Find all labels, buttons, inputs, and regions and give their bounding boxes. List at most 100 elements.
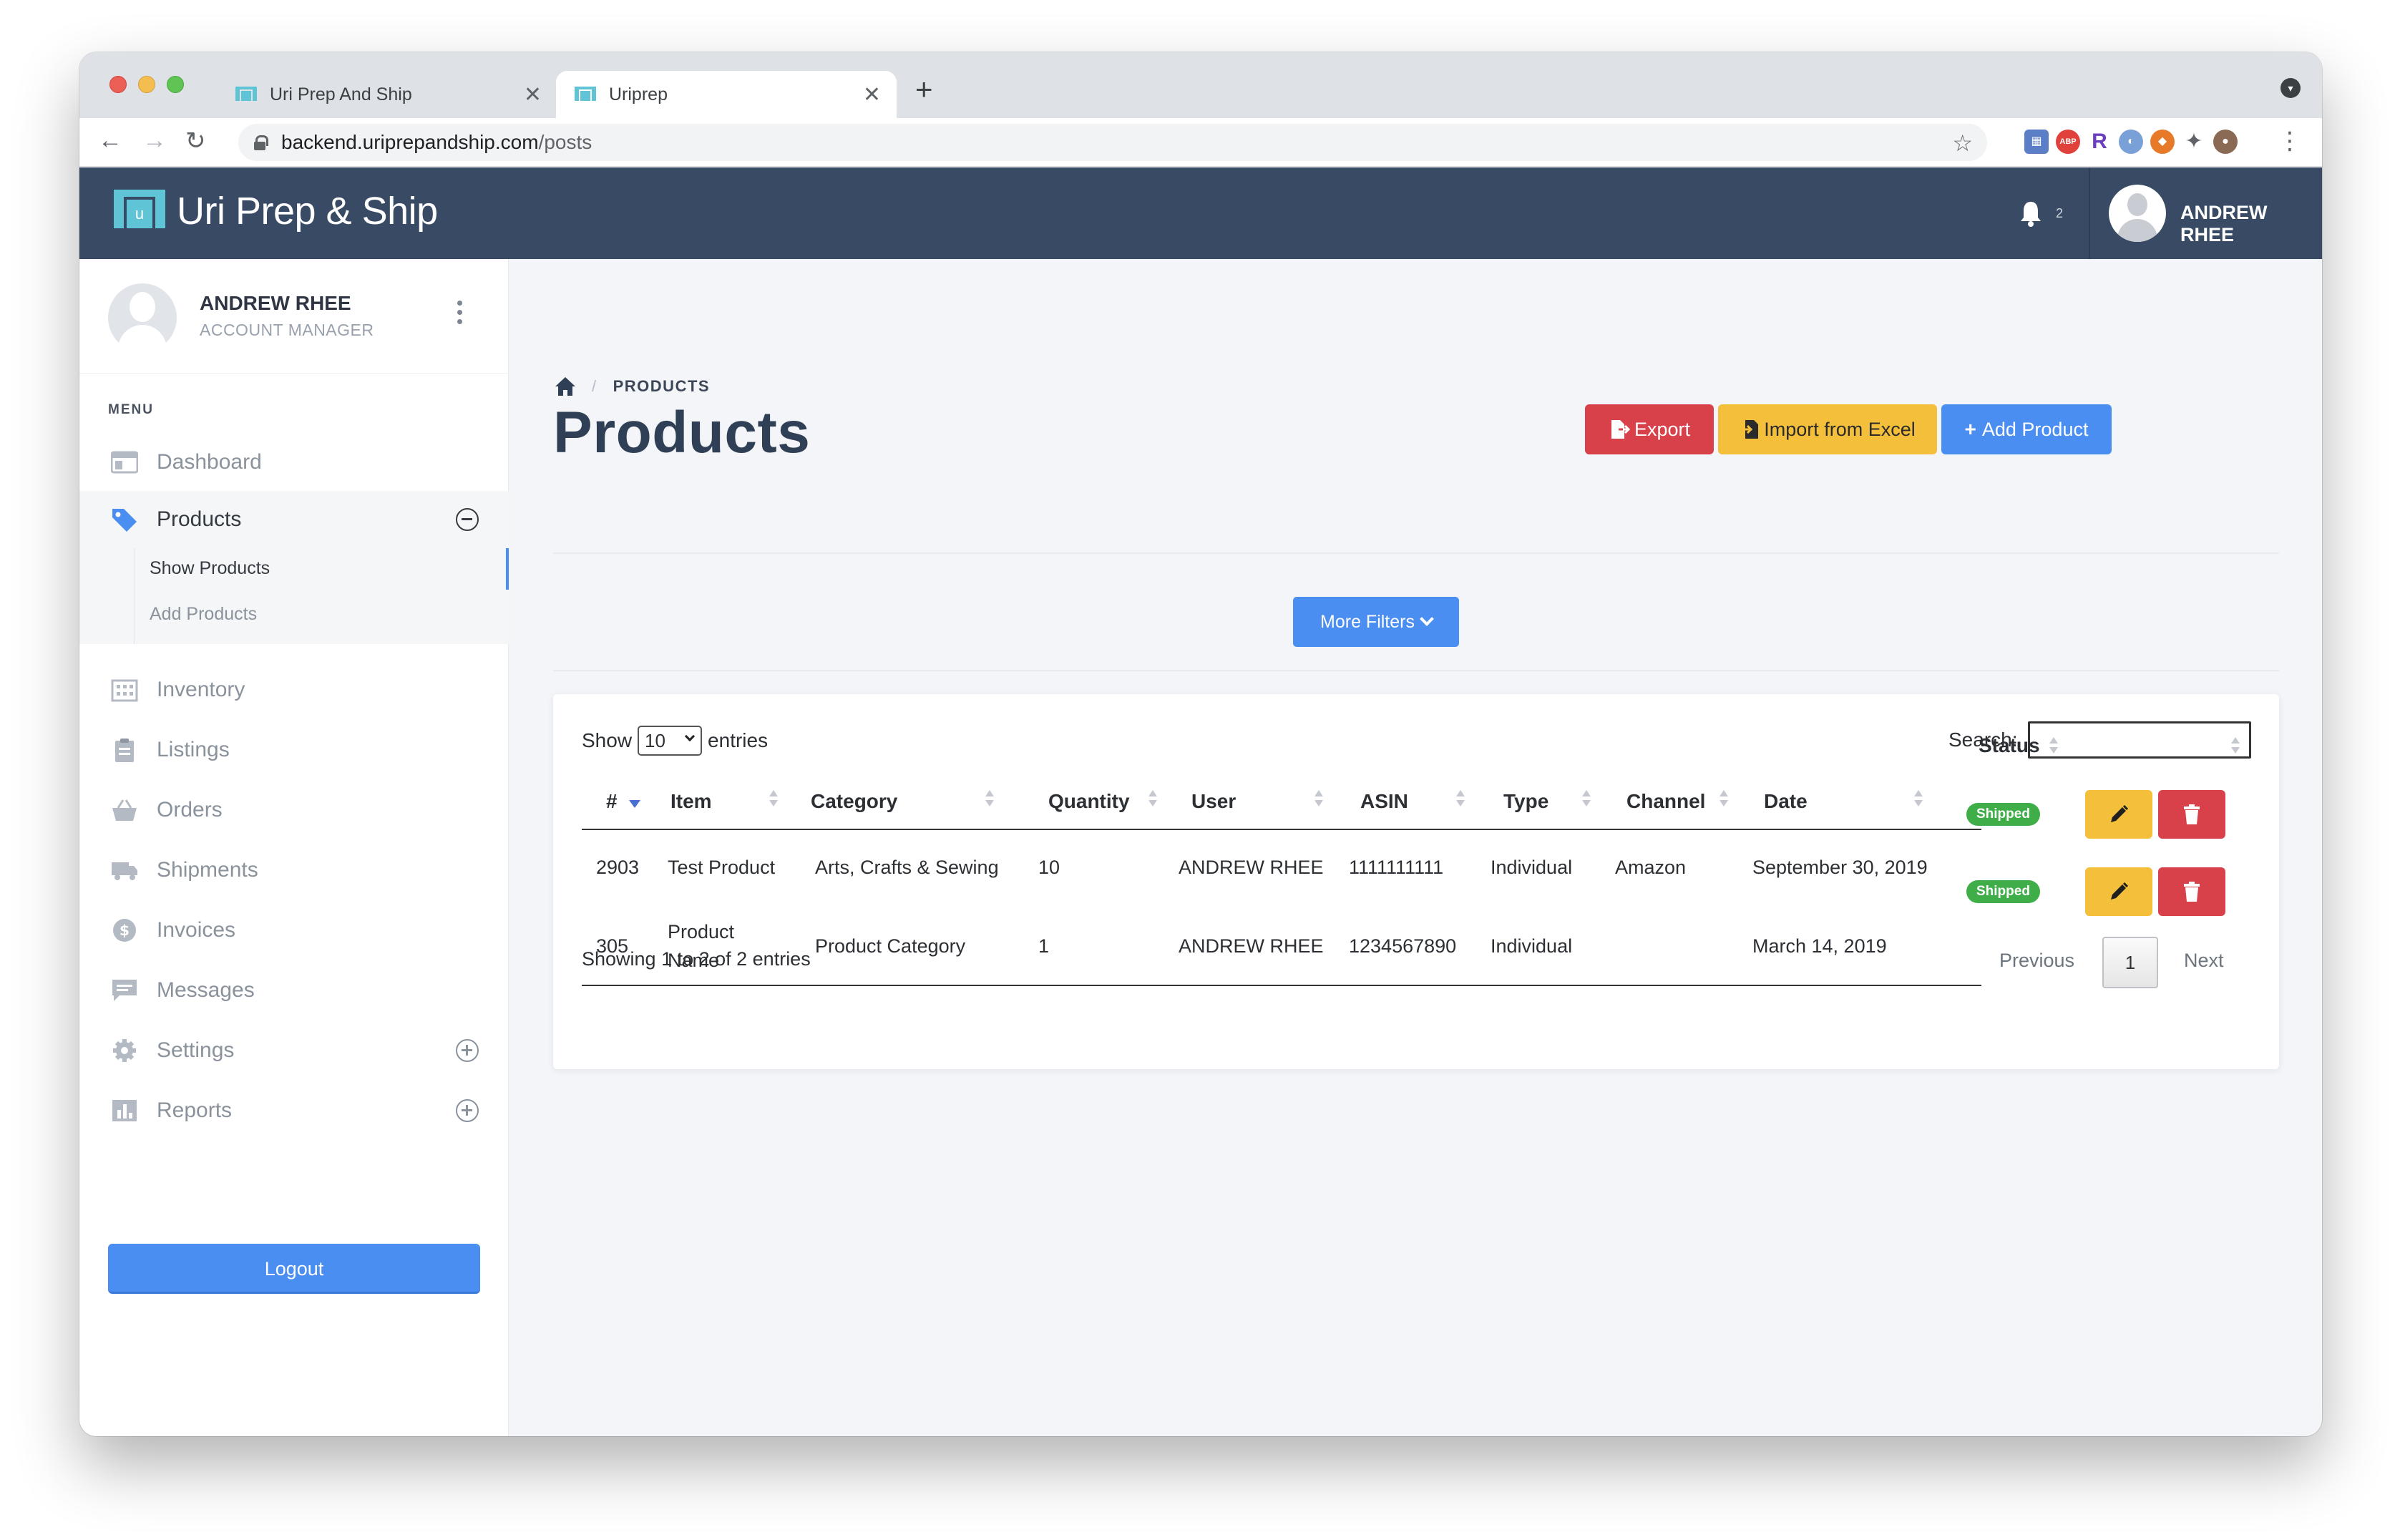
close-window-button[interactable] xyxy=(109,76,127,93)
more-filters-button[interactable]: More Filters xyxy=(1293,597,1459,647)
column-header-item[interactable]: Item xyxy=(670,790,712,813)
sidebar-item-products[interactable]: Products xyxy=(79,491,509,548)
main-content: / PRODUCTS Products Export Import from E… xyxy=(509,259,2322,1436)
zoom-window-button[interactable] xyxy=(167,76,184,93)
expand-plus-icon[interactable] xyxy=(456,1099,479,1122)
dashboard-icon xyxy=(111,451,138,474)
browser-tab-uri-prep-and-ship[interactable]: Uri Prep And Ship ✕ xyxy=(217,71,557,118)
pagination-previous[interactable]: Previous xyxy=(1999,950,2074,972)
pencil-icon xyxy=(2111,804,2129,822)
sidebar-item-invoices[interactable]: $ Invoices xyxy=(79,902,509,959)
divider xyxy=(553,552,2279,554)
sidebar-item-dashboard[interactable]: Dashboard xyxy=(79,434,509,491)
address-bar[interactable]: backend.uriprepandship.com/posts ☆ xyxy=(238,124,1987,161)
site-favicon-icon xyxy=(235,87,257,101)
truck-icon xyxy=(112,862,137,880)
sidebar-item-orders[interactable]: Orders xyxy=(79,781,509,839)
add-product-button[interactable]: + Add Product xyxy=(1941,404,2112,454)
cell-asin: 1234567890 xyxy=(1349,935,1457,957)
extension-icon[interactable]: ◐ xyxy=(2119,130,2143,154)
export-button[interactable]: Export xyxy=(1585,404,1714,454)
sort-icon xyxy=(1719,787,1728,812)
expand-plus-icon[interactable] xyxy=(456,1039,479,1062)
table-row: 305 Product Name Product Category 1 ANDR… xyxy=(582,909,1981,986)
sidebar-item-messages[interactable]: Messages xyxy=(79,962,509,1019)
bookmark-star-icon[interactable]: ☆ xyxy=(1952,130,1973,157)
edit-button[interactable] xyxy=(2085,790,2152,839)
search-input[interactable] xyxy=(2027,721,2251,759)
minimize-window-button[interactable] xyxy=(138,76,155,93)
browser-profile-avatar[interactable]: ● xyxy=(2213,130,2238,154)
trash-icon xyxy=(2184,804,2200,824)
fox-extension-icon[interactable]: ◆ xyxy=(2150,130,2175,154)
brand-logo-link[interactable]: u Uri Prep & Ship xyxy=(114,189,438,233)
sidebar-item-shipments[interactable]: Shipments xyxy=(79,842,509,899)
column-header-status[interactable]: Status xyxy=(1979,734,2040,757)
tab-search-chevron-icon[interactable]: ▾ xyxy=(2281,78,2301,98)
close-tab-icon[interactable]: ✕ xyxy=(863,82,881,107)
export-label: Export xyxy=(1634,418,1691,440)
notification-bell-icon[interactable] xyxy=(2019,199,2043,228)
gear-icon xyxy=(113,1039,136,1062)
column-header-id[interactable]: # xyxy=(606,790,618,813)
r-extension-icon[interactable]: R xyxy=(2087,130,2112,154)
collapse-minus-icon[interactable] xyxy=(456,508,479,531)
sidebar-profile: ANDREW RHEE ACCOUNT MANAGER xyxy=(79,259,509,374)
file-import-icon xyxy=(1741,420,1759,439)
import-from-excel-button[interactable]: Import from Excel xyxy=(1718,404,1937,454)
header-user-name[interactable]: ANDREW RHEE xyxy=(2180,202,2322,246)
sort-icon xyxy=(769,787,778,812)
pagination-next[interactable]: Next xyxy=(2184,950,2224,972)
puzzle-extensions-icon[interactable]: ✦ xyxy=(2182,130,2206,154)
column-header-asin[interactable]: ASIN xyxy=(1360,790,1408,813)
column-header-channel[interactable]: Channel xyxy=(1626,790,1705,813)
column-header-type[interactable]: Type xyxy=(1503,790,1548,813)
profile-options-icon[interactable] xyxy=(457,301,463,328)
cell-quantity: 1 xyxy=(1038,935,1050,957)
logout-button[interactable]: Logout xyxy=(108,1244,480,1294)
chevron-down-icon xyxy=(1420,612,1434,626)
column-header-quantity[interactable]: Quantity xyxy=(1048,790,1130,813)
sidebar-item-reports[interactable]: Reports xyxy=(79,1082,509,1139)
sort-icon xyxy=(1314,787,1323,812)
sidebar-item-label: Invoices xyxy=(157,918,236,942)
entries-select-value: 10 xyxy=(645,729,665,751)
sort-icon xyxy=(2231,734,2240,759)
delete-button[interactable] xyxy=(2158,867,2225,916)
sidebar-item-inventory[interactable]: Inventory xyxy=(79,661,509,718)
home-icon[interactable] xyxy=(555,376,576,396)
submenu-guide-line xyxy=(134,548,135,644)
reload-icon[interactable]: ↻ xyxy=(185,127,206,155)
submenu-item-add-products[interactable]: Add Products xyxy=(150,604,257,625)
profile-name: ANDREW RHEE xyxy=(200,292,351,314)
sidebar-item-settings[interactable]: Settings xyxy=(79,1022,509,1079)
entries-select[interactable]: 10 xyxy=(638,726,703,756)
sidebar: ANDREW RHEE ACCOUNT MANAGER MENU Dashboa… xyxy=(79,259,509,1436)
browser-menu-icon[interactable]: ⋮ xyxy=(2278,127,2302,155)
message-icon xyxy=(112,980,137,1001)
forward-arrow-icon[interactable]: → xyxy=(142,127,167,155)
new-tab-plus-icon[interactable]: + xyxy=(915,72,933,107)
column-header-category[interactable]: Category xyxy=(811,790,897,813)
sidebar-item-label: Inventory xyxy=(157,678,245,701)
pagination-page-1[interactable]: 1 xyxy=(2102,937,2158,988)
edit-button[interactable] xyxy=(2085,867,2152,916)
pencil-icon xyxy=(2111,882,2129,900)
sort-icon xyxy=(2049,734,2058,759)
sidebar-item-listings[interactable]: Listings xyxy=(79,721,509,779)
header-user-avatar[interactable] xyxy=(2109,185,2166,242)
back-arrow-icon[interactable]: ← xyxy=(98,127,122,155)
close-tab-icon[interactable]: ✕ xyxy=(524,82,542,107)
cell-quantity: 10 xyxy=(1038,857,1060,878)
tab-title: Uriprep xyxy=(609,84,668,104)
extension-icon[interactable]: ▦ xyxy=(2024,130,2049,154)
delete-button[interactable] xyxy=(2158,790,2225,839)
sidebar-item-label: Shipments xyxy=(157,858,258,882)
column-header-date[interactable]: Date xyxy=(1764,790,1808,813)
sort-icon xyxy=(1914,787,1923,812)
browser-tab-uriprep[interactable]: Uriprep ✕ xyxy=(556,71,897,118)
adblock-extension-icon[interactable]: ABP xyxy=(2056,130,2080,154)
column-header-user[interactable]: User xyxy=(1191,790,1236,813)
submenu-item-show-products[interactable]: Show Products xyxy=(150,558,270,579)
cell-user: ANDREW RHEE xyxy=(1179,857,1324,878)
